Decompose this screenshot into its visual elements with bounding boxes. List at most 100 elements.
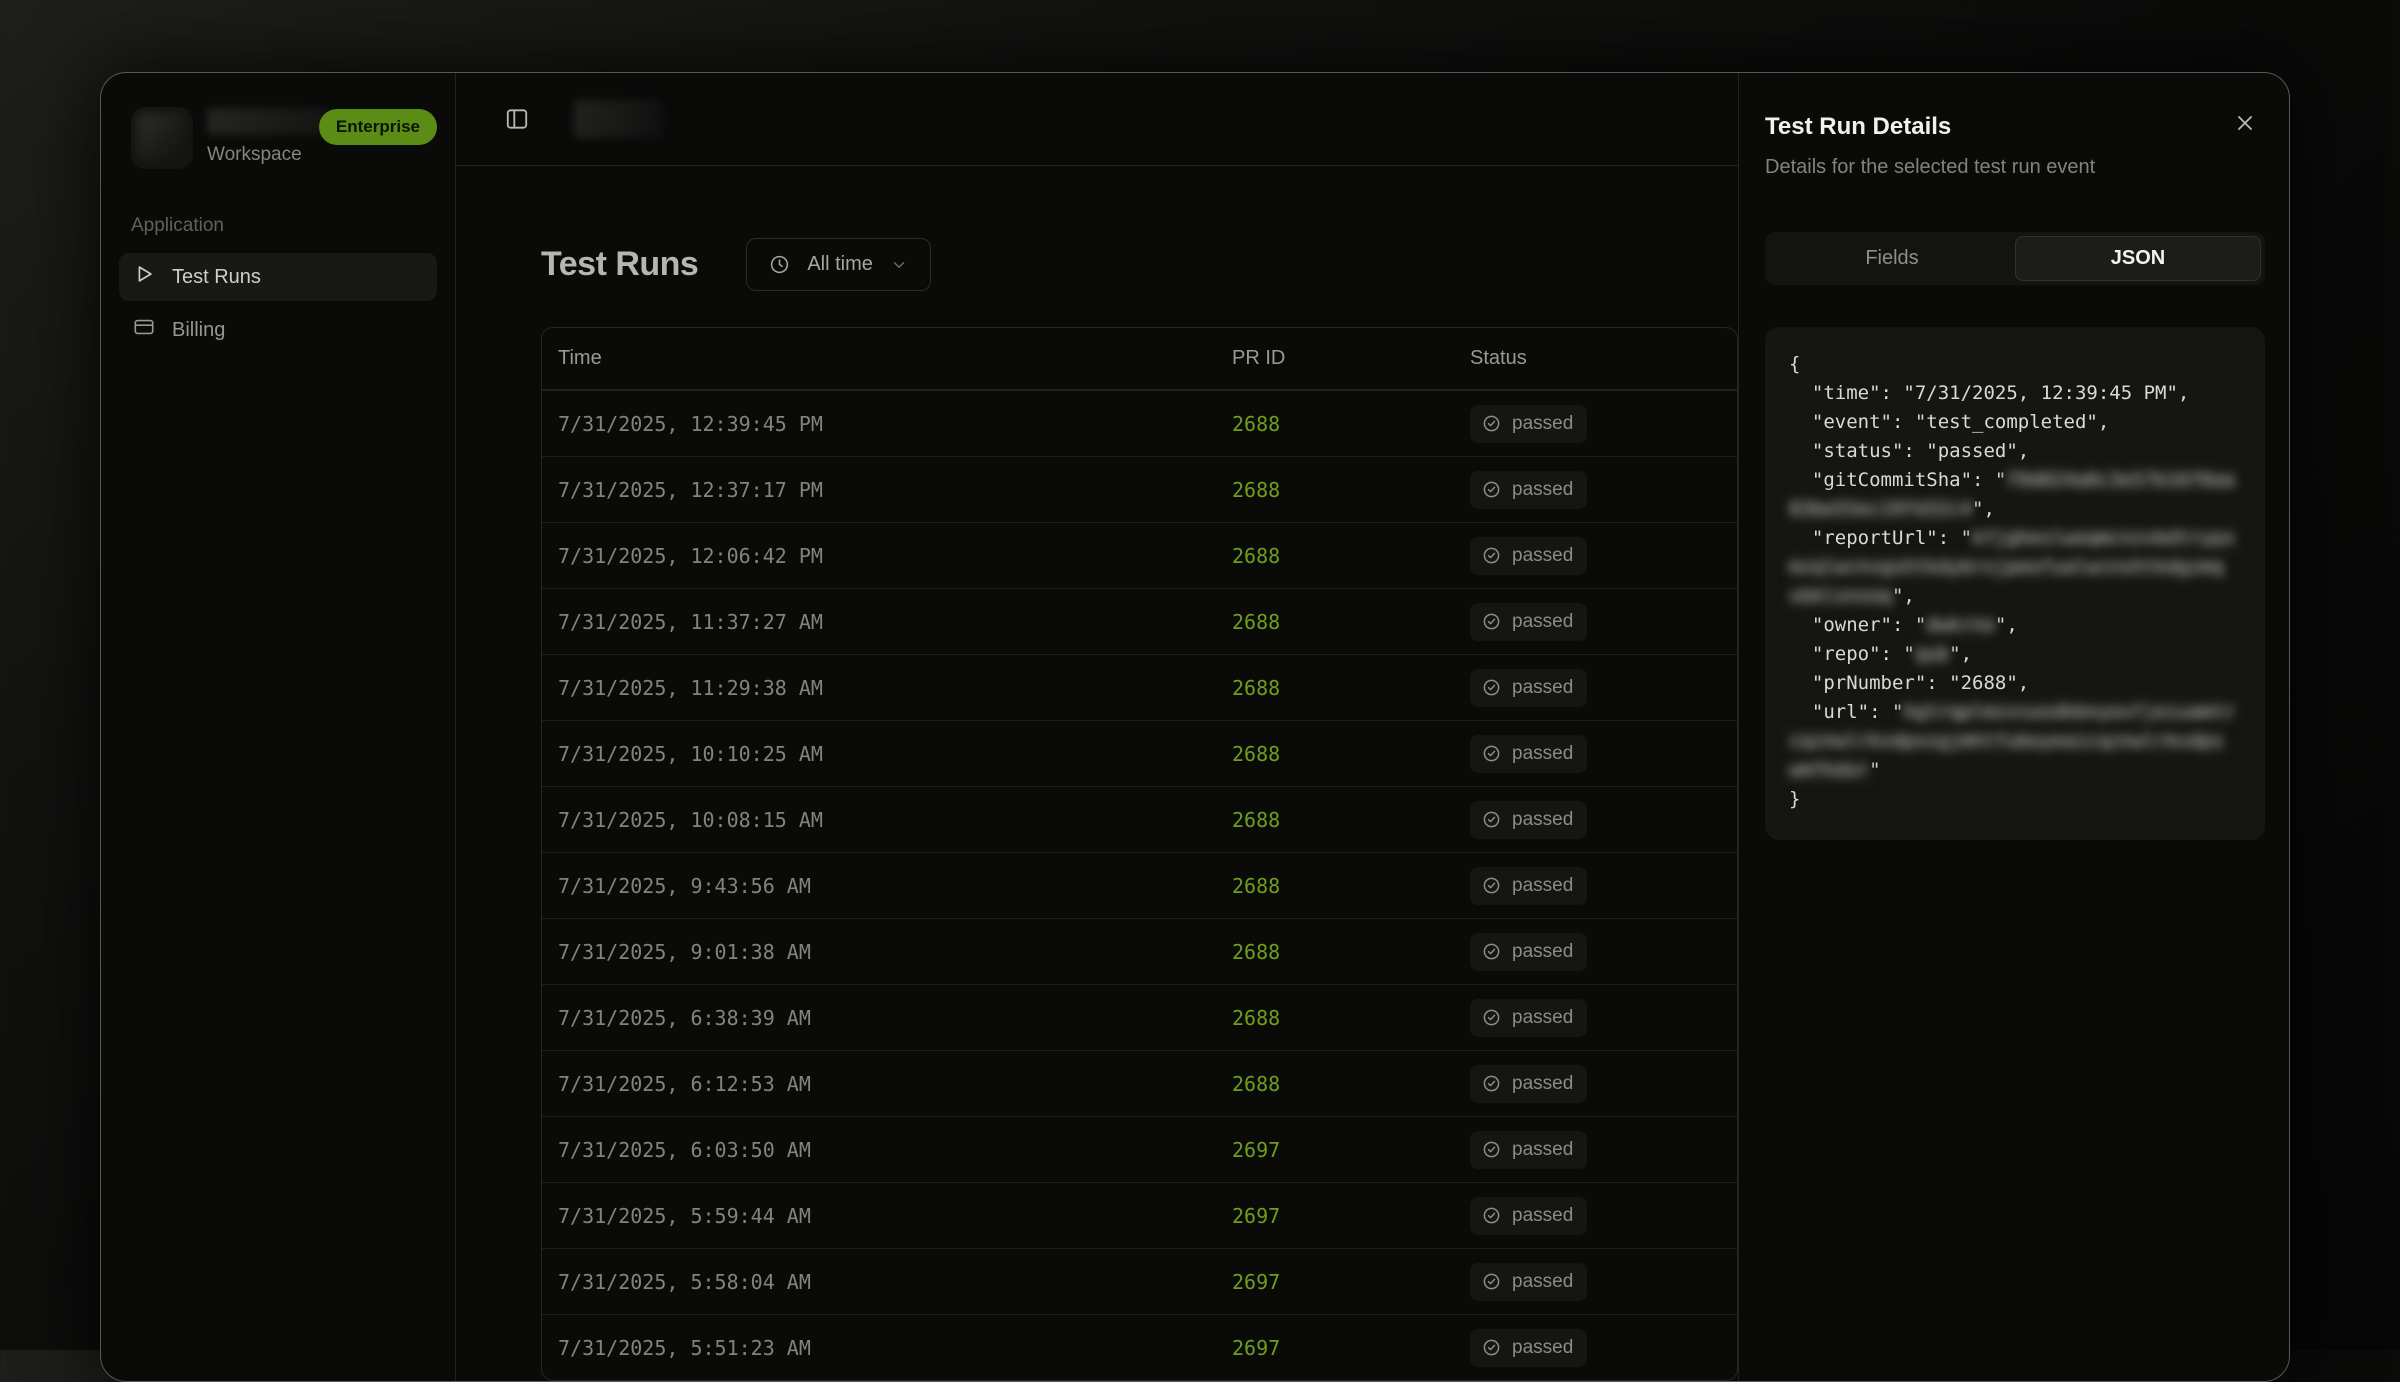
table-row[interactable]: 7/31/2025, 10:10:25 AM 2688 passed <box>542 720 1737 786</box>
pr-id-link[interactable]: 2688 <box>1220 1072 1470 1096</box>
table-row[interactable]: 7/31/2025, 12:06:42 PM 2688 passed <box>542 522 1737 588</box>
status-badge: passed <box>1470 537 1587 575</box>
status-badge: passed <box>1470 603 1587 641</box>
pr-id-link[interactable]: 2688 <box>1220 478 1470 502</box>
status-cell: passed <box>1470 603 1721 641</box>
status-label: passed <box>1512 941 1573 963</box>
table-row[interactable]: 7/31/2025, 10:08:15 AM 2688 passed <box>542 786 1737 852</box>
status-cell: passed <box>1470 405 1721 443</box>
app-window: Workspace Enterprise Application Test Ru… <box>100 72 2290 1382</box>
column-header-status: Status <box>1470 347 1721 370</box>
run-time: 7/31/2025, 11:37:27 AM <box>558 610 1220 634</box>
pr-id-link[interactable]: 2688 <box>1220 1006 1470 1030</box>
workspace-logo-image-redacted <box>137 113 187 163</box>
table-row[interactable]: 7/31/2025, 6:12:53 AM 2688 passed <box>542 1050 1737 1116</box>
check-circle-icon <box>1482 744 1501 763</box>
table-row[interactable]: 7/31/2025, 12:39:45 PM 2688 passed <box>542 390 1737 456</box>
table-row[interactable]: 7/31/2025, 9:01:38 AM 2688 passed <box>542 918 1737 984</box>
pr-id-link[interactable]: 2697 <box>1220 1204 1470 1228</box>
run-time: 7/31/2025, 6:38:39 AM <box>558 1006 1220 1030</box>
status-cell: passed <box>1470 867 1721 905</box>
status-cell: passed <box>1470 471 1721 509</box>
run-time: 7/31/2025, 5:59:44 AM <box>558 1204 1220 1228</box>
main-area: Test Runs All time Time PR ID Status <box>456 73 1739 1381</box>
panel-left-toggle-icon[interactable] <box>504 106 530 132</box>
redacted-text: 83be55ec19fd32c4 <box>1789 498 1972 520</box>
status-badge: passed <box>1470 867 1587 905</box>
run-time: 7/31/2025, 6:12:53 AM <box>558 1072 1220 1096</box>
status-badge: passed <box>1470 801 1587 839</box>
chevron-down-icon <box>890 256 908 274</box>
check-circle-icon <box>1482 942 1501 961</box>
check-circle-icon <box>1482 876 1501 895</box>
pr-id-link[interactable]: 2688 <box>1220 544 1470 568</box>
time-filter-value: All time <box>807 253 873 276</box>
status-cell: passed <box>1470 735 1721 773</box>
status-label: passed <box>1512 1007 1573 1029</box>
check-circle-icon <box>1482 1206 1501 1225</box>
status-cell: passed <box>1470 933 1721 971</box>
redacted-text: wmfkdor <box>1789 759 1869 781</box>
workspace-header[interactable]: Workspace Enterprise <box>101 73 455 169</box>
check-circle-icon <box>1482 1338 1501 1357</box>
page-title: Test Runs <box>541 245 698 284</box>
pr-id-link[interactable]: 2697 <box>1220 1336 1470 1360</box>
check-circle-icon <box>1482 480 1501 499</box>
pr-id-link[interactable]: 2697 <box>1220 1138 1470 1162</box>
time-filter-dropdown[interactable]: All time <box>746 238 931 291</box>
run-time: 7/31/2025, 9:01:38 AM <box>558 940 1220 964</box>
pr-id-link[interactable]: 2688 <box>1220 676 1470 700</box>
table-row[interactable]: 7/31/2025, 5:51:23 AM 2697 passed <box>542 1314 1737 1380</box>
pr-id-link[interactable]: 2688 <box>1220 412 1470 436</box>
pr-id-link[interactable]: 2688 <box>1220 610 1470 634</box>
status-badge: passed <box>1470 1263 1587 1301</box>
run-time: 7/31/2025, 12:06:42 PM <box>558 544 1220 568</box>
sidebar-nav: Application Test Runs Billing <box>101 215 455 354</box>
table-row[interactable]: 7/31/2025, 12:37:17 PM 2688 passed <box>542 456 1737 522</box>
sidebar-item-billing[interactable]: Billing <box>119 306 437 354</box>
tab-fields[interactable]: Fields <box>1769 236 2015 281</box>
pr-id-link[interactable]: 2688 <box>1220 742 1470 766</box>
topbar <box>456 73 1738 166</box>
play-icon <box>133 263 155 291</box>
status-badge: passed <box>1470 999 1587 1037</box>
credit-card-icon <box>133 316 155 344</box>
sidebar-item-test-runs[interactable]: Test Runs <box>119 253 437 301</box>
table-row[interactable]: 7/31/2025, 5:58:04 AM 2697 passed <box>542 1248 1737 1314</box>
table-row[interactable]: 7/31/2025, 6:38:39 AM 2688 passed <box>542 984 1737 1050</box>
status-label: passed <box>1512 413 1573 435</box>
table-row[interactable]: 7/31/2025, 11:37:27 AM 2688 passed <box>542 588 1737 654</box>
table-row[interactable]: 7/31/2025, 5:59:44 AM 2697 passed <box>542 1182 1737 1248</box>
pr-id-link[interactable]: 2688 <box>1220 808 1470 832</box>
clock-icon <box>769 254 790 275</box>
status-badge: passed <box>1470 1131 1587 1169</box>
redacted-text: qub <box>1915 643 1949 665</box>
status-badge: passed <box>1470 933 1587 971</box>
redacted-text: f9d024a8c3e57b16f0aa <box>2006 469 2235 491</box>
table-row[interactable]: 7/31/2025, 11:29:38 AM 2688 passed <box>542 654 1737 720</box>
run-time: 7/31/2025, 5:58:04 AM <box>558 1270 1220 1294</box>
run-time: 7/31/2025, 10:08:15 AM <box>558 808 1220 832</box>
table-row[interactable]: 7/31/2025, 6:03:50 AM 2697 passed <box>542 1116 1737 1182</box>
status-cell: passed <box>1470 1131 1721 1169</box>
redacted-text: dwkrno <box>1926 614 1995 636</box>
column-header-time: Time <box>558 347 1220 370</box>
close-icon[interactable] <box>2227 105 2263 141</box>
pr-id-link[interactable]: 2688 <box>1220 874 1470 898</box>
table-row[interactable]: 7/31/2025, 9:43:56 AM 2688 passed <box>542 852 1737 918</box>
tab-json[interactable]: JSON <box>2015 236 2261 281</box>
test-runs-table: Time PR ID Status 7/31/2025, 12:39:45 PM… <box>541 327 1738 1381</box>
check-circle-icon <box>1482 1074 1501 1093</box>
run-time: 7/31/2025, 12:37:17 PM <box>558 478 1220 502</box>
json-code: { "time": "7/31/2025, 12:39:45 PM", "eve… <box>1765 327 2265 840</box>
sidebar-item-label: Test Runs <box>172 266 261 289</box>
table-header: Time PR ID Status <box>542 328 1737 390</box>
status-cell: passed <box>1470 537 1721 575</box>
status-label: passed <box>1512 479 1573 501</box>
pr-id-link[interactable]: 2697 <box>1220 1270 1470 1294</box>
status-label: passed <box>1512 1271 1573 1293</box>
status-cell: passed <box>1470 1065 1721 1103</box>
check-circle-icon <box>1482 1140 1501 1159</box>
pr-id-link[interactable]: 2688 <box>1220 940 1470 964</box>
status-badge: passed <box>1470 669 1587 707</box>
